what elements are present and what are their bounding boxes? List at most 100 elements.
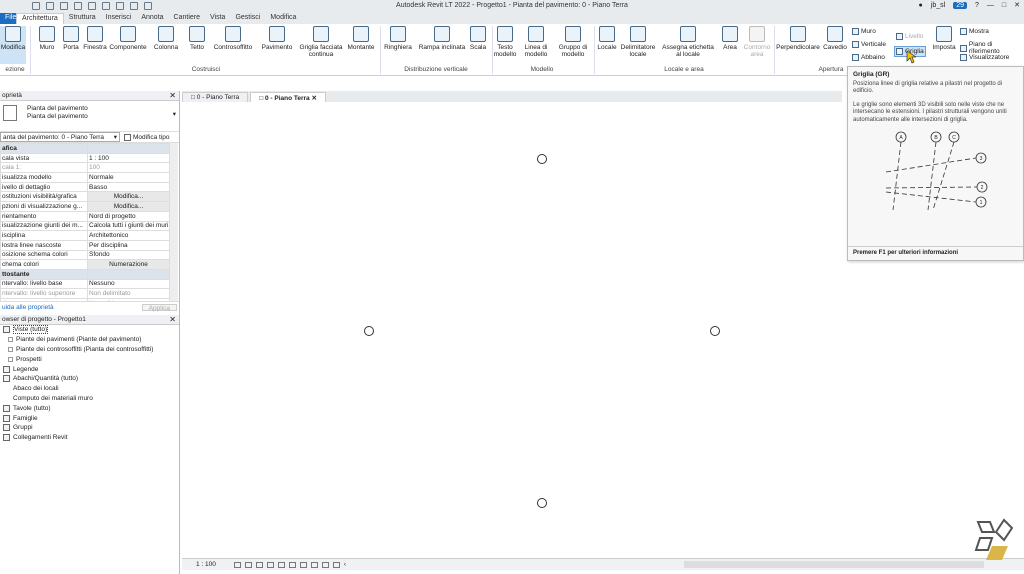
property-value[interactable]: Normale (87, 172, 170, 183)
set-workplane-button[interactable]: Imposta (930, 26, 958, 51)
properties-scrollbar[interactable] (170, 143, 178, 301)
tab-vista[interactable]: Vista (205, 13, 230, 24)
property-group-row[interactable]: afica (0, 143, 170, 154)
help-icon[interactable]: ? (975, 2, 979, 9)
browser-tree-item[interactable]: Piante dei controsoffitti (Pianta dei co… (0, 345, 179, 355)
elevation-marker-west[interactable] (364, 326, 374, 336)
property-edit-button[interactable]: Modifica... (87, 191, 170, 203)
component-button[interactable]: Componente (108, 26, 148, 51)
close-icon[interactable]: ✕ (1014, 1, 1020, 9)
browser-tree-item[interactable]: Computo dei materiali muro (0, 394, 179, 404)
room-tag-button[interactable]: Assegna etichetta al locale (660, 26, 716, 58)
property-row[interactable]: rientamento sottostanteVerso il basso (0, 298, 170, 301)
property-row[interactable]: rientamento Nord di progetto (0, 210, 170, 222)
property-row[interactable]: ivello di dettaglio Basso (0, 181, 170, 193)
show-button[interactable]: Mostra (960, 28, 989, 35)
group-selection[interactable]: ezione (0, 66, 30, 73)
wall-opening-button[interactable]: Muro (852, 28, 876, 35)
sun-path-icon[interactable] (255, 561, 263, 568)
analytical-model-icon[interactable] (321, 561, 329, 568)
modify-button[interactable]: Modifica (0, 26, 26, 64)
stair-button[interactable]: Scala (468, 26, 488, 51)
browser-tree-item[interactable]: Abaco dei locali (0, 384, 179, 394)
property-value[interactable]: Basso (87, 181, 170, 193)
property-row[interactable]: lostra linee nascoste Per disciplina (0, 239, 170, 251)
browser-tree-item[interactable]: Gruppi (0, 423, 179, 433)
user-name[interactable]: jb_sl (931, 2, 945, 9)
property-value[interactable] (87, 268, 170, 280)
close-icon[interactable]: ✕ (311, 95, 316, 102)
chevron-down-icon[interactable]: ▾ (173, 111, 176, 119)
property-row[interactable]: ntervallo: livello base Nessuno (0, 278, 170, 290)
browser-tree-item[interactable]: Piante dei pavimenti (Piante del pavimen… (0, 335, 179, 345)
property-edit-button[interactable]: Modifica... (87, 201, 170, 212)
expand-icon[interactable] (8, 356, 13, 362)
visual-style-icon[interactable] (244, 561, 252, 568)
model-group-button[interactable]: Gruppo di modello (556, 26, 590, 58)
browser-tree-item[interactable]: Famiglie (0, 413, 179, 423)
browser-tree-item[interactable]: Collegamenti Revit (0, 433, 179, 443)
elevation-marker-north[interactable] (537, 154, 547, 164)
elevation-marker-south[interactable] (537, 498, 547, 508)
property-row[interactable]: pzioni di visualizzazione g... Modifica..… (0, 201, 170, 212)
tab-file[interactable]: File (0, 13, 16, 24)
tab-struttura[interactable]: Struttura (64, 13, 101, 24)
chevron-left-icon[interactable]: ‹ (344, 561, 346, 568)
tab-modifica[interactable]: Modifica (265, 13, 301, 24)
minimize-icon[interactable]: — (987, 2, 994, 9)
show-crop-icon[interactable] (288, 561, 296, 568)
curtain-grid-button[interactable]: Griglia facciata continua (298, 26, 344, 58)
browser-tree-item[interactable]: Prospetti (0, 354, 179, 364)
property-value[interactable]: Nord di progetto (87, 210, 170, 222)
property-value[interactable]: Architettonico (87, 230, 170, 241)
property-value[interactable]: 1 : 100 (87, 152, 170, 164)
tab-cantiere[interactable]: Cantiere (169, 13, 205, 24)
apply-button[interactable]: Applica (141, 304, 177, 312)
shaft-button[interactable]: Cavedio (822, 26, 848, 51)
property-row[interactable]: osizione schema colori Sfondo (0, 249, 170, 261)
property-value[interactable]: Verso il basso (87, 298, 170, 301)
property-value[interactable]: 100 (87, 162, 170, 174)
wall-button[interactable]: Muro (36, 26, 58, 51)
expand-icon[interactable] (8, 346, 13, 352)
room-separator-button[interactable]: Delimitatore locale (620, 26, 656, 58)
expand-icon[interactable] (8, 337, 13, 343)
maximize-icon[interactable]: □ (1002, 2, 1006, 9)
dormer-button[interactable]: Abbaino (852, 54, 885, 61)
tab-gestisci[interactable]: Gestisci (230, 13, 265, 24)
column-button[interactable]: Colonna (152, 26, 180, 51)
vertical-opening-button[interactable]: Perpendicolare (776, 26, 820, 51)
property-row[interactable]: isualizzazione giunti dei m... Calcola tu… (0, 220, 170, 232)
close-icon[interactable]: ✕ (169, 91, 176, 100)
model-text-button[interactable]: Testo modello (492, 26, 518, 58)
edit-type-button[interactable]: Modifica tipo (124, 133, 170, 141)
close-icon[interactable]: ✕ (169, 315, 176, 324)
group-locale-area[interactable]: Locale e area (596, 66, 772, 73)
property-row[interactable]: ostituzioni visibilità/grafica Modifica..… (0, 191, 170, 203)
temporary-hide-icon[interactable] (299, 561, 307, 568)
notification-badge[interactable]: 29 (953, 1, 967, 9)
railing-button[interactable]: Ringhiera (382, 26, 414, 51)
highlight-displacement-icon[interactable] (332, 561, 340, 568)
user-icon[interactable]: ● (919, 2, 923, 9)
instance-dropdown[interactable]: anta del pavimento: 0 - Piano Terra ▾ (0, 132, 120, 142)
property-value[interactable]: Sfondo (87, 249, 170, 261)
view-tab-active[interactable]: □ 0 - Piano Terra ✕ (250, 92, 326, 102)
detail-level-icon[interactable] (233, 561, 241, 568)
horizontal-scrollbar[interactable] (684, 561, 984, 568)
floor-button[interactable]: Pavimento (260, 26, 294, 51)
elevation-marker-east[interactable] (710, 326, 720, 336)
crop-view-icon[interactable] (277, 561, 285, 568)
property-group-row[interactable]: ttostante (0, 268, 170, 280)
tab-architettura[interactable]: Architettura (16, 13, 64, 24)
window-button[interactable]: Finestra (82, 26, 108, 51)
browser-tree-item[interactable]: Abachi/Quantità (tutto) (0, 374, 179, 384)
view-tab[interactable]: □ 0 - Piano Terra (182, 92, 249, 102)
property-value[interactable] (87, 143, 170, 154)
ref-plane-button[interactable]: Piano di riferimento (960, 41, 1024, 55)
property-row[interactable]: cala vista 1 : 100 (0, 152, 170, 164)
property-edit-button[interactable]: Numerazione (87, 259, 170, 270)
room-button[interactable]: Locale (596, 26, 618, 51)
property-value[interactable]: Nessuno (87, 278, 170, 290)
shadows-icon[interactable] (266, 561, 274, 568)
